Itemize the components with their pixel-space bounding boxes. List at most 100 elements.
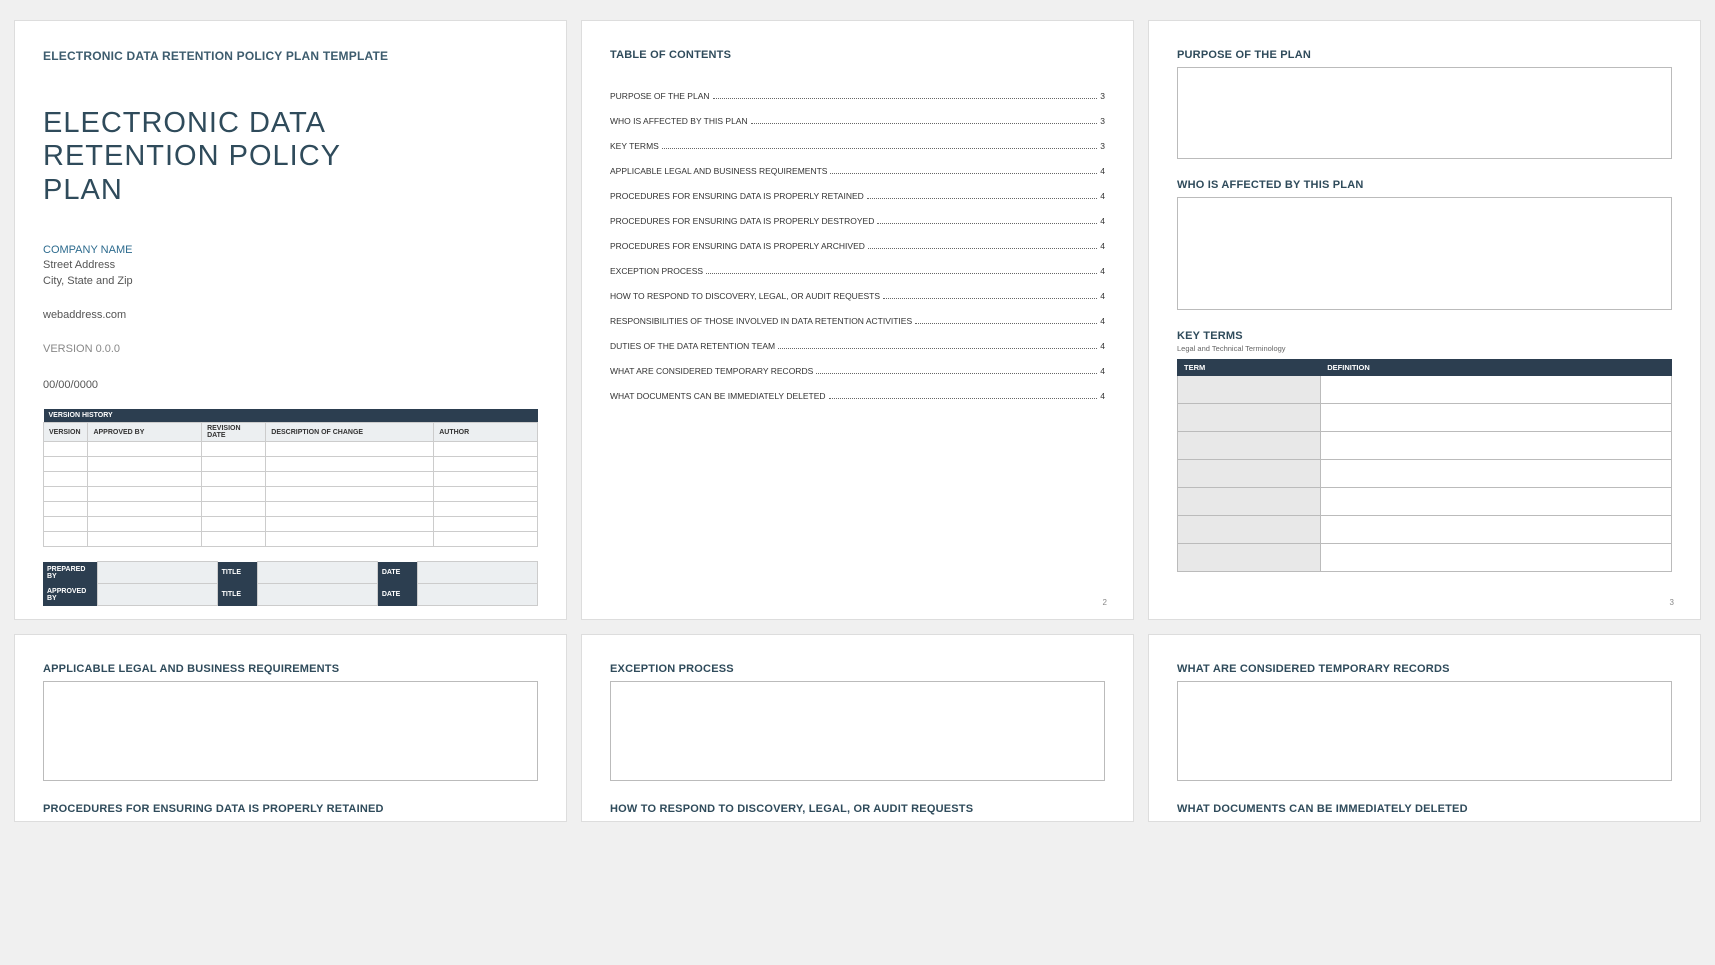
toc-row: RESPONSIBILITIES OF THOSE INVOLVED IN DA…	[610, 316, 1105, 326]
date-label: DATE	[377, 584, 417, 606]
toc-label: PROCEDURES FOR ENSURING DATA IS PROPERLY…	[610, 241, 865, 251]
toc-page: 4	[1100, 191, 1105, 201]
page-4: APPLICABLE LEGAL AND BUSINESS REQUIREMEN…	[14, 634, 567, 822]
version-history-title: VERSION HISTORY	[44, 409, 538, 423]
toc-dots	[751, 123, 1098, 124]
version-label: VERSION 0.0.0	[43, 343, 538, 355]
toc-label: RESPONSIBILITIES OF THOSE INVOLVED IN DA…	[610, 316, 912, 326]
section-legal-req: APPLICABLE LEGAL AND BUSINESS REQUIREMEN…	[43, 663, 538, 781]
section-title: APPLICABLE LEGAL AND BUSINESS REQUIREMEN…	[43, 663, 538, 675]
toc-dots	[868, 248, 1097, 249]
toc-dots	[867, 198, 1097, 199]
toc-page: 4	[1100, 241, 1105, 251]
section-purpose: PURPOSE OF THE PLAN	[1177, 49, 1672, 159]
toc-row: APPLICABLE LEGAL AND BUSINESS REQUIREMEN…	[610, 166, 1105, 176]
title-label: TITLE	[217, 584, 257, 606]
toc-row: WHAT DOCUMENTS CAN BE IMMEDIATELY DELETE…	[610, 391, 1105, 401]
toc-page: 4	[1100, 391, 1105, 401]
title-label: TITLE	[217, 562, 257, 584]
toc-row: HOW TO RESPOND TO DISCOVERY, LEGAL, OR A…	[610, 291, 1105, 301]
section-title: HOW TO RESPOND TO DISCOVERY, LEGAL, OR A…	[610, 803, 1105, 815]
approved-by-label: APPROVED BY	[43, 584, 97, 606]
page-1: ELECTRONIC DATA RETENTION POLICY PLAN TE…	[14, 20, 567, 620]
section-discovery: HOW TO RESPOND TO DISCOVERY, LEGAL, OR A…	[610, 803, 1105, 822]
toc-page: 4	[1100, 216, 1105, 226]
toc-label: WHAT DOCUMENTS CAN BE IMMEDIATELY DELETE…	[610, 391, 826, 401]
template-header: ELECTRONIC DATA RETENTION POLICY PLAN TE…	[43, 49, 538, 63]
street-address: Street Address	[43, 258, 538, 273]
toc-page: 4	[1100, 341, 1105, 351]
vh-header: APPROVED BY	[88, 423, 202, 442]
city-state-zip: City, State and Zip	[43, 274, 538, 289]
toc-title: TABLE OF CONTENTS	[610, 49, 1105, 61]
signoff-table: PREPARED BY TITLE DATE APPROVED BY TITLE…	[43, 561, 538, 606]
toc-label: PROCEDURES FOR ENSURING DATA IS PROPERLY…	[610, 191, 864, 201]
page-6: WHAT ARE CONSIDERED TEMPORARY RECORDS WH…	[1148, 634, 1701, 822]
section-title: WHAT DOCUMENTS CAN BE IMMEDIATELY DELETE…	[1177, 803, 1672, 815]
content-box	[1177, 821, 1672, 822]
document-title: ELECTRONIC DATA RETENTION POLICY PLAN	[43, 107, 538, 207]
page-5: EXCEPTION PROCESS HOW TO RESPOND TO DISC…	[581, 634, 1134, 822]
section-key-terms: KEY TERMS Legal and Technical Terminolog…	[1177, 330, 1672, 572]
web-address: webaddress.com	[43, 309, 538, 321]
vh-header: VERSION	[44, 423, 88, 442]
prepared-by-label: PREPARED BY	[43, 562, 97, 584]
section-deleted: WHAT DOCUMENTS CAN BE IMMEDIATELY DELETE…	[1177, 803, 1672, 822]
toc-label: WHO IS AFFECTED BY THIS PLAN	[610, 116, 748, 126]
toc-page: 3	[1100, 116, 1105, 126]
toc-label: DUTIES OF THE DATA RETENTION TEAM	[610, 341, 775, 351]
section-title: EXCEPTION PROCESS	[610, 663, 1105, 675]
toc-row: PROCEDURES FOR ENSURING DATA IS PROPERLY…	[610, 216, 1105, 226]
section-title: WHAT ARE CONSIDERED TEMPORARY RECORDS	[1177, 663, 1672, 675]
toc-dots	[829, 398, 1098, 399]
toc-page: 3	[1100, 141, 1105, 151]
toc-dots	[778, 348, 1097, 349]
toc-row: EXCEPTION PROCESS4	[610, 266, 1105, 276]
company-name: COMPANY NAME	[43, 243, 538, 258]
toc-label: HOW TO RESPOND TO DISCOVERY, LEGAL, OR A…	[610, 291, 880, 301]
title-line: RETENTION POLICY	[43, 140, 538, 173]
toc-label: WHAT ARE CONSIDERED TEMPORARY RECORDS	[610, 366, 813, 376]
toc-row: DUTIES OF THE DATA RETENTION TEAM 4	[610, 341, 1105, 351]
company-block: COMPANY NAME Street Address City, State …	[43, 243, 538, 289]
section-exception: EXCEPTION PROCESS	[610, 663, 1105, 781]
page-number: 3	[1670, 598, 1674, 607]
toc-page: 4	[1100, 316, 1105, 326]
toc-row: WHAT ARE CONSIDERED TEMPORARY RECORDS 4	[610, 366, 1105, 376]
content-box	[43, 821, 538, 822]
section-affected: WHO IS AFFECTED BY THIS PLAN	[1177, 179, 1672, 310]
toc-label: PURPOSE OF THE PLAN	[610, 91, 710, 101]
toc-row: KEY TERMS 3	[610, 141, 1105, 151]
section-title: PURPOSE OF THE PLAN	[1177, 49, 1672, 61]
toc-page: 4	[1100, 366, 1105, 376]
toc-row: PROCEDURES FOR ENSURING DATA IS PROPERLY…	[610, 241, 1105, 251]
page-number: 2	[1103, 598, 1107, 607]
toc-dots	[662, 148, 1097, 149]
toc-page: 4	[1100, 166, 1105, 176]
toc-dots	[877, 223, 1097, 224]
page-2: TABLE OF CONTENTS PURPOSE OF THE PLAN3WH…	[581, 20, 1134, 620]
toc-row: PROCEDURES FOR ENSURING DATA IS PROPERLY…	[610, 191, 1105, 201]
content-box	[610, 821, 1105, 822]
date-label: 00/00/0000	[43, 379, 538, 391]
section-retained: PROCEDURES FOR ENSURING DATA IS PROPERLY…	[43, 803, 538, 822]
toc-label: EXCEPTION PROCESS	[610, 266, 703, 276]
content-box	[43, 681, 538, 781]
toc-label: APPLICABLE LEGAL AND BUSINESS REQUIREMEN…	[610, 166, 827, 176]
table-of-contents: PURPOSE OF THE PLAN3WHO IS AFFECTED BY T…	[610, 91, 1105, 401]
toc-dots	[713, 98, 1098, 99]
title-line: ELECTRONIC DATA	[43, 107, 538, 140]
kt-header: DEFINITION	[1321, 360, 1672, 376]
toc-row: PURPOSE OF THE PLAN3	[610, 91, 1105, 101]
toc-dots	[830, 173, 1097, 174]
section-title: PROCEDURES FOR ENSURING DATA IS PROPERLY…	[43, 803, 538, 815]
section-subtitle: Legal and Technical Terminology	[1177, 344, 1672, 353]
version-history-table: VERSION HISTORY VERSION APPROVED BY REVI…	[43, 409, 538, 547]
toc-label: KEY TERMS	[610, 141, 659, 151]
page-3: PURPOSE OF THE PLAN WHO IS AFFECTED BY T…	[1148, 20, 1701, 620]
toc-dots	[915, 323, 1097, 324]
toc-dots	[816, 373, 1097, 374]
title-line: PLAN	[43, 174, 538, 207]
section-title: KEY TERMS	[1177, 330, 1672, 342]
section-title: WHO IS AFFECTED BY THIS PLAN	[1177, 179, 1672, 191]
